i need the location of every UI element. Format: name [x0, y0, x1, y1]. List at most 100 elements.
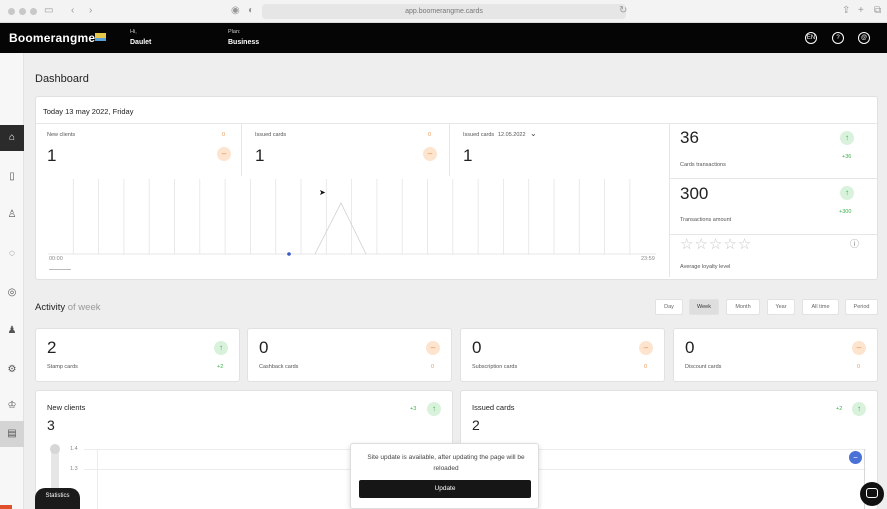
today-heading: Today 13 may 2022, Friday	[43, 107, 134, 116]
chat-launcher[interactable]	[860, 482, 884, 506]
rating-stars: ☆☆☆☆☆	[680, 236, 753, 253]
period-week-button[interactable]: Week	[689, 299, 719, 315]
activity-title: Activity of week	[35, 302, 100, 313]
sidebar: ⌂ ▯ ♙ ◌ ◎ ♟ ⚙ ♔ ▤	[0, 53, 24, 509]
sidebar-item-settings[interactable]: ⚙	[0, 357, 24, 383]
card-delta: 0	[431, 364, 435, 370]
metric-value: 36	[680, 128, 699, 147]
sidebar-item-store[interactable]: ▤	[0, 421, 24, 447]
plan-label: Plan:	[228, 29, 241, 35]
new-tab-icon[interactable]: +	[858, 5, 864, 17]
close-window-dot[interactable]	[8, 8, 15, 15]
slider-handle[interactable]	[50, 444, 60, 454]
sidebar-item-cards[interactable]: ▯	[0, 164, 24, 190]
info-icon[interactable]: ⓘ	[850, 237, 859, 250]
chat-icon: ◌	[9, 248, 15, 259]
tab-overview-icon[interactable]: ⧉	[874, 5, 881, 17]
privacy-icon: ◐	[248, 5, 255, 16]
sidebar-item-home[interactable]: ⌂	[0, 125, 24, 151]
issued-cards-metric: Issued cards 0 1 –	[243, 124, 450, 176]
forward-icon[interactable]: ›	[89, 5, 92, 17]
axis-end-label: 23:59	[641, 256, 655, 262]
sidebar-item-messages[interactable]: ◌	[0, 241, 24, 267]
store-icon: ▤	[7, 428, 17, 439]
card-label: Cashback cards	[259, 364, 299, 370]
axis-start-label: 00:00	[49, 256, 63, 262]
browser-toolbar: ▭ ‹ › ◉ ◐ app.boomerangme.cards ↻ ⇪ + ⧉	[0, 0, 887, 23]
sidebar-item-team[interactable]: ♟	[0, 318, 24, 344]
chat-icon	[866, 488, 878, 498]
mouse-cursor-icon: ➤	[319, 188, 326, 197]
metric-label: Cards transactions	[680, 162, 726, 168]
plan-name: Business	[228, 39, 260, 46]
up-arrow-icon: ↑	[840, 186, 854, 200]
up-arrow-icon: ↑	[427, 402, 441, 416]
up-arrow-icon: ↑	[840, 131, 854, 145]
chevron-down-icon[interactable]: ⌄	[530, 129, 537, 138]
crown-icon: ♔	[7, 400, 17, 411]
y-tick-label: 1.4	[70, 446, 78, 452]
y-tick-label: 1.3	[70, 466, 78, 472]
sidebar-item-clients[interactable]: ♙	[0, 202, 24, 228]
flat-trend-icon: –	[852, 341, 866, 355]
settings-icon: ⚙	[7, 364, 17, 375]
activity-title-main: Activity	[35, 302, 66, 313]
sidebar-accent	[0, 505, 12, 509]
help-icon[interactable]: ?	[832, 32, 844, 44]
flat-trend-icon: –	[423, 147, 437, 161]
period-year-button[interactable]: Year	[767, 299, 795, 315]
card-value: 0	[472, 338, 482, 357]
flag-icon	[95, 33, 106, 41]
minimize-window-dot[interactable]	[19, 8, 26, 15]
flat-trend-icon: –	[426, 341, 440, 355]
card-label: Discount cards	[685, 364, 722, 370]
card-value: 0	[685, 338, 695, 357]
stamp-cards-card: 2 Stamp cards ↑ +2	[35, 328, 240, 382]
card-delta: +2	[217, 364, 224, 370]
flat-trend-icon: –	[639, 341, 653, 355]
collapse-icon[interactable]: −	[849, 451, 862, 464]
cards-icon: ▯	[9, 171, 15, 182]
period-month-button[interactable]: Month	[726, 299, 760, 315]
location-icon: ◎	[7, 287, 17, 298]
issued-cards-date-metric: Issued cards 12.05.2022 ⌄ 1	[451, 124, 669, 176]
metric-value: 1	[463, 146, 473, 165]
mini-scroll-icon[interactable]	[49, 265, 71, 270]
date-select[interactable]: 12.05.2022	[498, 132, 526, 138]
page-title: Dashboard	[35, 73, 89, 85]
new-clients-metric: New clients 0 1 –	[36, 124, 242, 176]
period-day-button[interactable]: Day	[655, 299, 683, 315]
update-button[interactable]: Update	[359, 480, 531, 498]
language-switch[interactable]: EN	[805, 32, 817, 44]
sidebar-item-premium[interactable]: ♔	[0, 393, 24, 419]
today-chart	[48, 179, 656, 256]
reload-icon[interactable]: ↻	[619, 5, 627, 17]
share-icon[interactable]: ⇪	[842, 5, 850, 17]
sidebar-item-locations[interactable]: ◎	[0, 280, 24, 306]
statistics-tab-label: Statistics	[45, 493, 70, 499]
maximize-window-dot[interactable]	[30, 8, 37, 15]
metric-value: 300	[680, 184, 709, 203]
statistics-tab[interactable]: Statistics	[35, 488, 80, 509]
sidebar-toggle-icon[interactable]: ▭	[44, 5, 53, 17]
users-icon: ♙	[7, 209, 17, 220]
gridline	[521, 469, 866, 470]
profile-icon[interactable]: @	[858, 32, 870, 44]
today-panel: Today 13 may 2022, Friday New clients 0 …	[35, 96, 879, 280]
transactions-amount-metric: 300 ↑ Transactions amount +300	[670, 180, 878, 235]
chart-value: 3	[47, 417, 55, 433]
period-custom-button[interactable]: Period	[845, 299, 878, 315]
team-icon: ♟	[7, 325, 17, 336]
chart-title: Issued cards	[472, 403, 515, 412]
app-header: Boomerangme Hi, Daulet Plan: Business EN…	[0, 23, 887, 53]
card-value: 2	[47, 338, 57, 357]
back-icon[interactable]: ‹	[71, 5, 74, 17]
brand-logo[interactable]: Boomerangme	[9, 31, 95, 45]
chart-gridlines	[72, 179, 631, 254]
chart-delta: +3	[410, 406, 417, 412]
metric-delta: 0	[222, 132, 226, 138]
period-all-time-button[interactable]: All time	[802, 299, 839, 315]
chart-delta: +2	[836, 406, 843, 412]
chart-point	[287, 252, 291, 256]
address-bar[interactable]: app.boomerangme.cards	[262, 4, 626, 19]
